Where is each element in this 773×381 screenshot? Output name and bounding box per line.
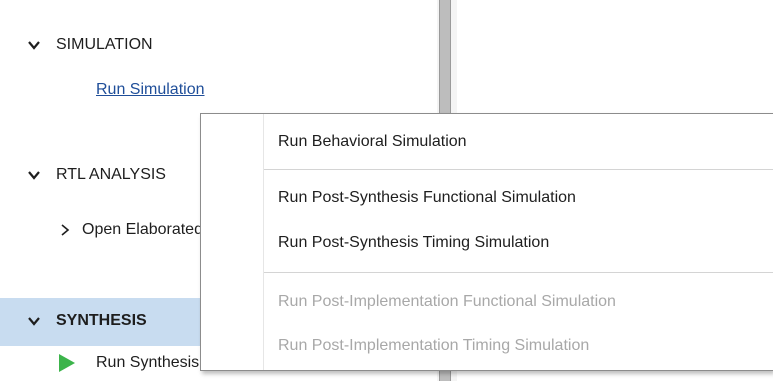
menu-item-run-post-synthesis-functional-simulation[interactable]: Run Post-Synthesis Functional Simulation [263, 180, 773, 216]
menu-separator [264, 272, 773, 273]
chevron-down-icon[interactable] [27, 168, 41, 182]
vivado-window: SIMULATION Run Simulation RTL ANALYSIS O… [0, 0, 773, 381]
section-simulation[interactable]: SIMULATION [0, 30, 432, 60]
run-synthesis-item[interactable]: Run Synthesis [96, 354, 199, 372]
chevron-down-icon[interactable] [27, 314, 41, 328]
run-simulation-menu: Run Behavioral Simulation Run Post-Synth… [200, 113, 773, 371]
menu-separator [264, 169, 773, 170]
menu-item-run-post-implementation-functional-simulation: Run Post-Implementation Functional Simul… [278, 293, 616, 310]
chevron-right-icon[interactable] [60, 223, 70, 237]
menu-icon-gutter [201, 114, 264, 370]
chevron-down-icon[interactable] [27, 38, 41, 52]
section-title: SIMULATION [56, 36, 153, 53]
section-title: SYNTHESIS [56, 312, 147, 329]
menu-item-run-post-implementation-timing-simulation: Run Post-Implementation Timing Simulatio… [278, 337, 590, 354]
menu-item-run-post-synthesis-timing-simulation[interactable]: Run Post-Synthesis Timing Simulation [263, 225, 773, 261]
section-title: RTL ANALYSIS [56, 166, 166, 183]
menu-item-run-behavioral-simulation[interactable]: Run Behavioral Simulation [263, 124, 773, 160]
run-simulation-link[interactable]: Run Simulation [96, 81, 205, 99]
play-icon [59, 354, 75, 372]
